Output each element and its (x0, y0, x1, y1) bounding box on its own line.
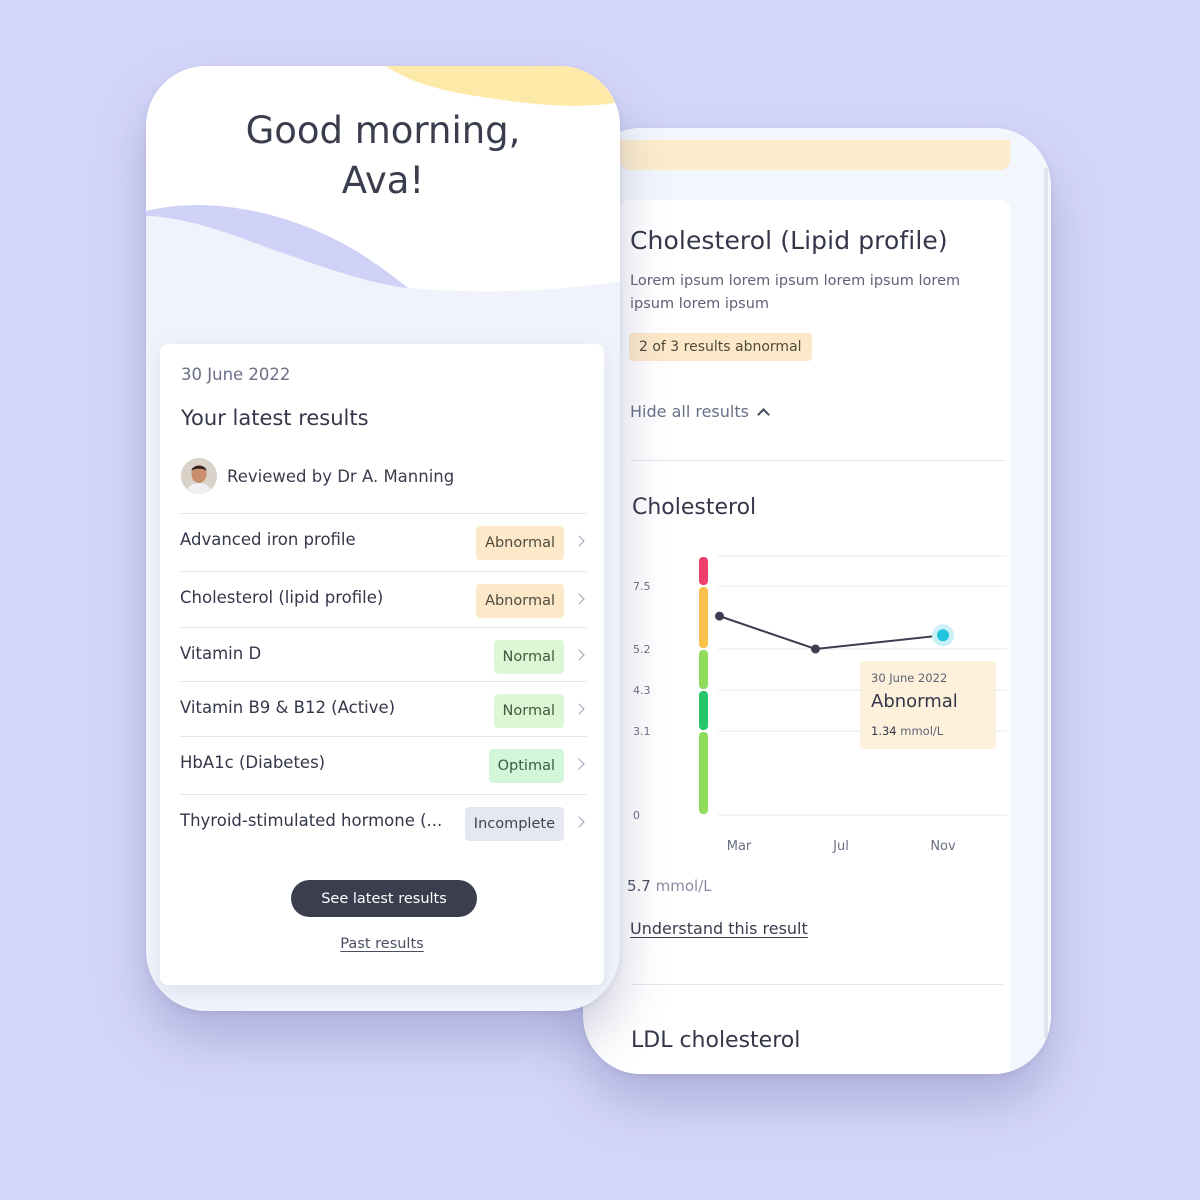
reference-range-segment (699, 650, 708, 689)
greeting: Good morning, Ava! (146, 106, 620, 206)
tooltip-status: Abnormal (871, 691, 958, 712)
latest-results-card: 30 June 2022 Your latest results Reviewe… (160, 344, 604, 985)
result-row-vitamin-d[interactable]: Vitamin D Normal (180, 627, 587, 682)
tooltip-date: 30 June 2022 (871, 671, 948, 685)
greeting-line2: Ava! (341, 159, 425, 202)
results-date: 30 June 2022 (181, 365, 291, 384)
y-tick-label: 5.2 (633, 643, 651, 656)
result-row-vitamin-b[interactable]: Vitamin B9 & B12 (Active) Normal (180, 681, 587, 736)
chevron-up-icon (757, 408, 770, 421)
result-name: Thyroid-stimulated hormone (... (180, 811, 443, 830)
x-tick-label: Jul (832, 839, 849, 854)
detail-description: Lorem ipsum lorem ipsum lorem ipsum lore… (630, 273, 961, 312)
chevron-right-icon (573, 535, 585, 547)
status-badge: Abnormal (476, 584, 564, 618)
detail-header-band (620, 140, 1010, 170)
detail-title: Cholesterol (Lipid profile) (630, 226, 948, 255)
data-point (811, 644, 820, 654)
status-badge: Optimal (488, 749, 564, 783)
result-name: Advanced iron profile (180, 530, 356, 549)
cholesterol-tooltip: 30 June 2022 Abnormal 1.34 mmol/L (860, 661, 996, 749)
home-screen: Good morning, Ava! 30 June 2022 Your lat… (146, 66, 620, 1011)
past-results-link[interactable]: Past results (160, 936, 604, 952)
understand-result-link[interactable]: Understand this result (630, 919, 808, 938)
reference-range-segment (699, 587, 708, 648)
tooltip-unit: mmol/L (900, 724, 944, 738)
status-badge: Incomplete (464, 807, 564, 841)
chevron-right-icon (573, 703, 585, 715)
reviewer-name: Reviewed by Dr A. Manning (227, 466, 455, 486)
y-tick-label: 4.3 (633, 684, 651, 697)
hide-results-label: Hide all results (630, 402, 749, 421)
result-name: HbA1c (Diabetes) (180, 753, 326, 772)
y-tick-label: 0 (633, 809, 640, 822)
tooltip-value: 1.34 (871, 724, 897, 738)
greeting-line1: Good morning, (245, 109, 521, 152)
reference-range-segment (699, 557, 708, 585)
x-tick-label: Mar (727, 839, 752, 854)
current-value-unit: mmol/L (655, 877, 712, 895)
chevron-right-icon (573, 816, 585, 828)
data-point (715, 611, 724, 621)
detail-scrollbar[interactable] (1044, 168, 1048, 1038)
summary-badge: 2 of 3 results abnormal (629, 333, 812, 361)
chevron-right-icon (573, 649, 585, 661)
result-row-hba1c[interactable]: HbA1c (Diabetes) Optimal (180, 736, 587, 791)
y-tick-label: 3.1 (633, 725, 651, 738)
tooltip-value-line: 1.34 mmol/L (871, 724, 943, 738)
result-row-cholesterol[interactable]: Cholesterol (lipid profile) Abnormal (180, 571, 587, 626)
result-row-thyroid[interactable]: Thyroid-stimulated hormone (... Incomple… (180, 794, 587, 849)
status-badge: Normal (493, 694, 564, 728)
doctor-avatar-icon (181, 458, 217, 494)
cholesterol-section-title: Cholesterol (632, 495, 757, 520)
result-name: Vitamin B9 & B12 (Active) (180, 698, 396, 717)
see-latest-results-button[interactable]: See latest results (291, 880, 477, 917)
current-value-number: 5.7 (627, 877, 651, 895)
reference-range-segment (699, 732, 708, 814)
result-name: Cholesterol (lipid profile) (180, 588, 384, 607)
reference-range-segment (699, 691, 708, 730)
result-row-iron[interactable]: Advanced iron profile Abnormal (180, 513, 587, 568)
section-divider (631, 984, 1003, 985)
ldl-section-title: LDL cholesterol (631, 1028, 801, 1053)
chevron-right-icon (573, 758, 585, 770)
result-name: Vitamin D (180, 644, 262, 663)
results-title: Your latest results (181, 406, 369, 430)
series-line (719, 615, 944, 651)
highlighted-point (937, 629, 949, 642)
status-badge: Abnormal (476, 526, 564, 560)
chevron-right-icon (573, 593, 585, 605)
reviewer: Reviewed by Dr A. Manning (181, 458, 454, 494)
avatar (181, 458, 217, 494)
y-tick-label: 7.5 (633, 580, 651, 593)
x-tick-label: Nov (930, 839, 956, 854)
hide-results-toggle[interactable]: Hide all results (630, 402, 770, 421)
current-value: 5.7 mmol/L (627, 877, 712, 895)
detail-screen: Cholesterol (Lipid profile) Lorem ipsum … (583, 128, 1051, 1074)
status-badge: Normal (493, 640, 564, 674)
section-divider (631, 460, 1005, 461)
